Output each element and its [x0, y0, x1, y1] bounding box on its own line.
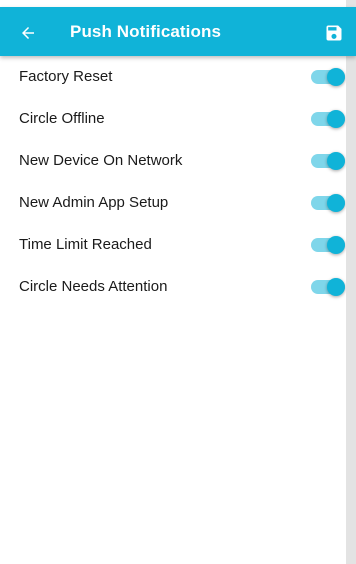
save-button[interactable] [320, 19, 348, 47]
time-limit-reached-toggle[interactable] [311, 235, 345, 255]
notification-label: Time Limit Reached [19, 236, 152, 253]
new-admin-app-setup-toggle[interactable] [311, 193, 345, 213]
save-icon [326, 25, 342, 41]
scrollbar-gutter [346, 56, 356, 564]
list-item: New Admin App Setup [0, 182, 346, 224]
list-item: New Device On Network [0, 140, 346, 182]
arrow-left-icon [22, 27, 34, 39]
switch-thumb [327, 152, 345, 170]
factory-reset-toggle[interactable] [311, 67, 345, 87]
app-bar: Push Notifications [0, 7, 356, 56]
switch-thumb [327, 236, 345, 254]
back-button[interactable] [14, 19, 42, 47]
list-item: Circle Offline [0, 98, 346, 140]
notification-label: Circle Offline [19, 110, 105, 127]
switch-thumb [327, 68, 345, 86]
circle-offline-toggle[interactable] [311, 109, 345, 129]
push-notifications-screen: Push Notifications Factory Reset Circle … [0, 0, 356, 564]
new-device-on-network-toggle[interactable] [311, 151, 345, 171]
notification-label: Circle Needs Attention [19, 278, 168, 295]
notification-label: New Admin App Setup [19, 194, 169, 211]
notification-label: New Device On Network [19, 152, 183, 169]
list-item: Factory Reset [0, 56, 346, 98]
switch-thumb [327, 278, 345, 296]
list-item: Time Limit Reached [0, 224, 346, 266]
switch-thumb [327, 110, 345, 128]
notification-list: Factory Reset Circle Offline New Device … [0, 56, 346, 308]
switch-thumb [327, 194, 345, 212]
list-item: Circle Needs Attention [0, 266, 346, 308]
page-title: Push Notifications [70, 22, 222, 41]
circle-needs-attention-toggle[interactable] [311, 277, 345, 297]
notification-label: Factory Reset [19, 68, 113, 85]
